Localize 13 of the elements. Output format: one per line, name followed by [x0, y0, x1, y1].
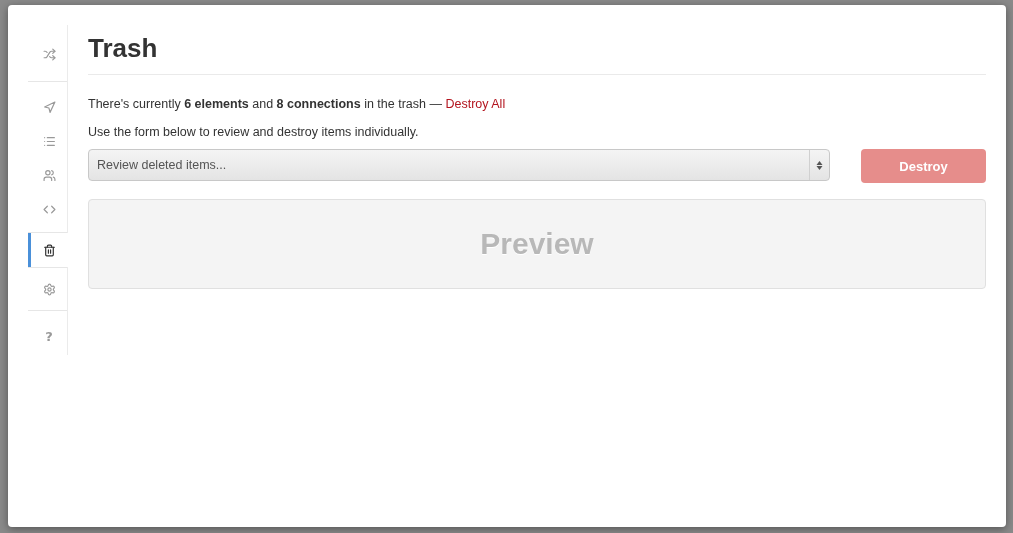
list-icon [42, 134, 56, 148]
instructions-text: Use the form below to review and destroy items individually. [88, 125, 420, 139]
trash-icon [43, 243, 56, 257]
preview-label: Preview [480, 227, 594, 261]
deleted-items-select[interactable]: Review deleted items... [88, 149, 830, 181]
users-icon [42, 168, 56, 182]
page-title: Trash [88, 33, 986, 75]
settings-icon [42, 282, 56, 296]
sidebar-tab[interactable] [28, 233, 68, 267]
shuffle-icon [42, 47, 56, 61]
trash-summary: There's currently 6 elements and 8 connections in the trash — Destroy All [88, 97, 507, 111]
navigation-arrow-icon [42, 100, 56, 114]
destroy-all-link[interactable]: Destroy All [445, 97, 506, 111]
